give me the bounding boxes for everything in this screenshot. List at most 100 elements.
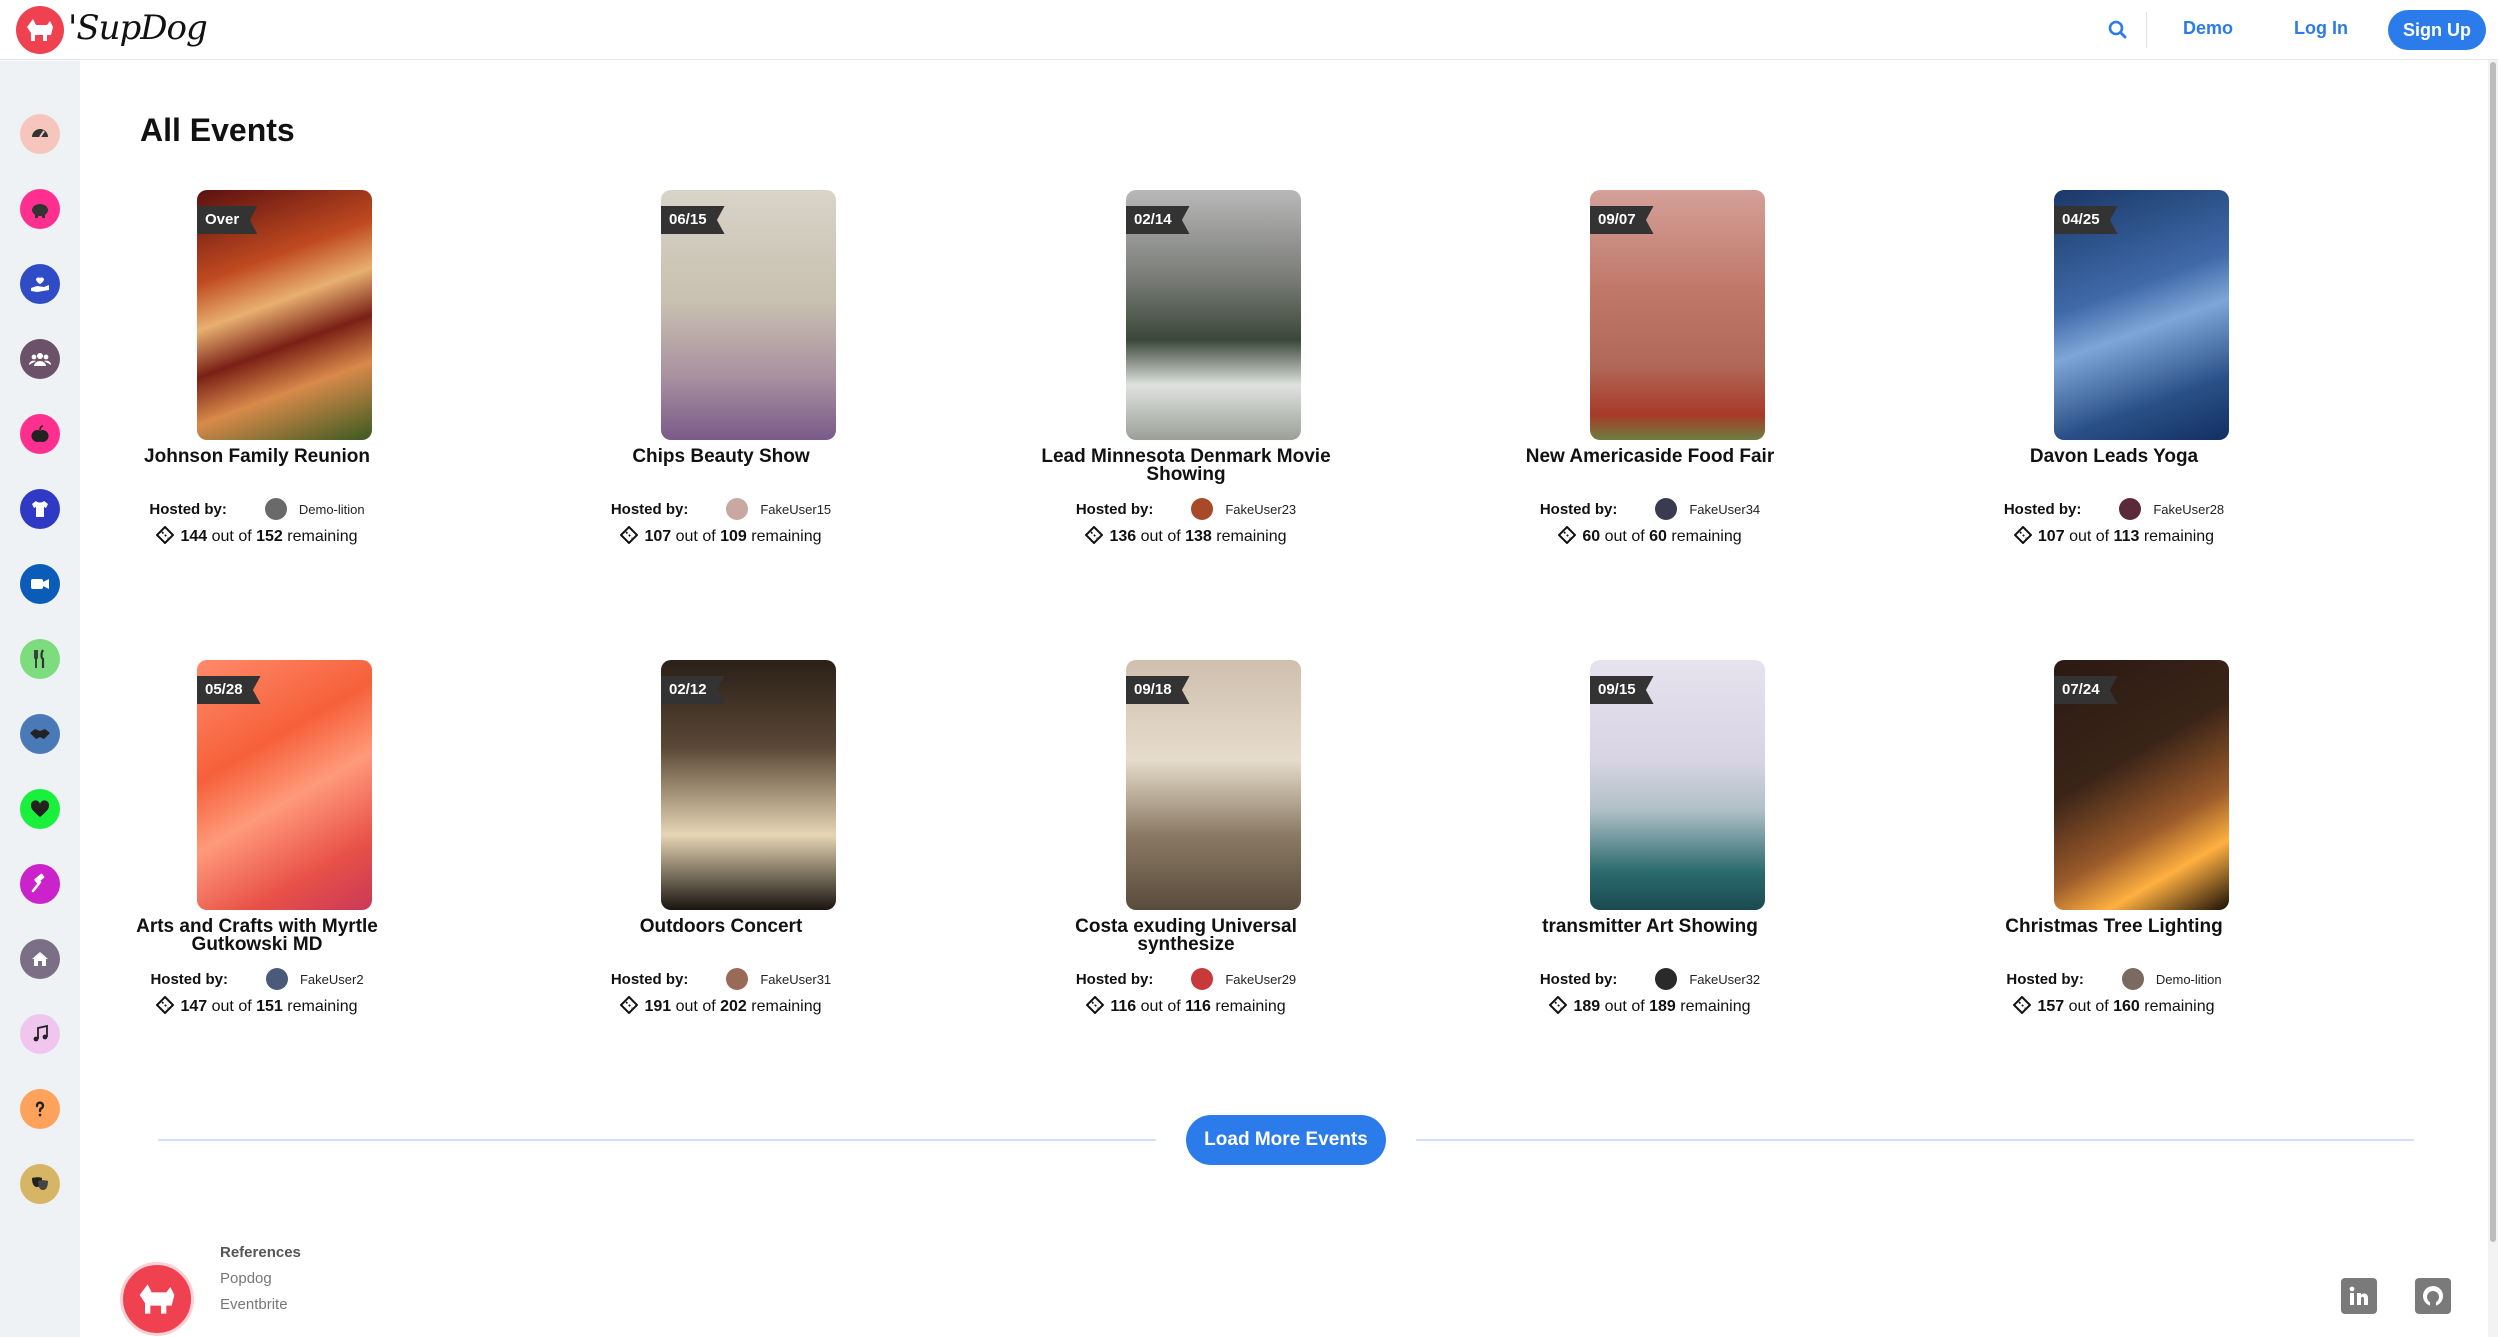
event-host: Hosted by: Demo-lition (1954, 968, 2274, 990)
home-icon (32, 952, 48, 966)
host-name[interactable]: FakeUser34 (1689, 502, 1760, 517)
host-avatar[interactable] (2119, 498, 2142, 520)
host-name[interactable]: FakeUser2 (300, 972, 364, 987)
tickets-remaining: 144 out of 152 remaining (97, 526, 417, 546)
tickets-total: 151 (256, 998, 283, 1015)
event-card[interactable]: Over Johnson Family Reunion Hosted by: Demo… (97, 190, 417, 590)
event-card[interactable]: 02/12 Outdoors Concert Hosted by: FakeUser3… (561, 660, 881, 1060)
event-title[interactable]: Arts and Crafts with Myrtle Gutkowski MD (97, 917, 417, 954)
sidebar-item-utensils[interactable] (20, 639, 60, 679)
event-card[interactable]: 06/15 Chips Beauty Show Hosted by: FakeUser… (561, 190, 881, 590)
tickets-total: 116 (1185, 998, 1211, 1015)
sidebar-item-question[interactable] (20, 1089, 60, 1129)
tickets-total: 152 (256, 528, 283, 545)
event-host: Hosted by: FakeUser15 (561, 498, 881, 520)
out-of-label: out of (1604, 998, 1645, 1015)
sidebar-item-users-group[interactable] (20, 339, 60, 379)
hosted-by-label: Hosted by: (1539, 970, 1618, 988)
sidebar-item-apple[interactable] (20, 414, 60, 454)
event-title[interactable]: Christmas Tree Lighting (1954, 917, 2274, 936)
music-note-icon (33, 1024, 48, 1042)
event-title[interactable]: Costa exuding Universal synthesize (1026, 917, 1346, 954)
sidebar-item-home[interactable] (20, 939, 60, 979)
sidebar-item-music-note[interactable] (20, 1014, 60, 1054)
host-name[interactable]: FakeUser23 (1225, 502, 1296, 517)
tickets-remaining: 136 out of 138 remaining (1026, 526, 1346, 546)
sidebar-item-hammer[interactable] (20, 864, 60, 904)
search-icon[interactable] (2104, 16, 2132, 44)
eventbrite-link[interactable]: Eventbrite (220, 1296, 288, 1313)
event-title[interactable]: New Americaside Food Fair (1490, 447, 1810, 466)
host-avatar[interactable] (2121, 968, 2144, 990)
host-name[interactable]: FakeUser29 (1225, 972, 1296, 987)
host-avatar[interactable] (1655, 498, 1678, 520)
event-card[interactable]: 04/25 Davon Leads Yoga Hosted by: FakeUser2… (1954, 190, 2274, 590)
out-of-label: out of (1604, 528, 1645, 545)
scrollbar-thumb[interactable] (2490, 62, 2496, 1242)
tickets-total: 113 (2113, 528, 2140, 545)
hosted-by-label: Hosted by: (2006, 970, 2084, 988)
sidebar-item-piggy-bank[interactable] (20, 189, 60, 229)
host-avatar[interactable] (726, 498, 749, 520)
sidebar-item-heart[interactable] (20, 789, 60, 829)
sidebar-item-handshake[interactable] (20, 714, 60, 754)
host-name[interactable]: Demo-lition (2156, 972, 2222, 987)
event-card[interactable]: 07/24 Christmas Tree Lighting Hosted by: De… (1954, 660, 2274, 1060)
tickets-available: 107 (2037, 528, 2065, 545)
sidebar-item-dashboard[interactable] (20, 114, 60, 154)
load-more-button[interactable]: Load More Events (1186, 1115, 1386, 1165)
divider-left (158, 1139, 1156, 1141)
host-avatar[interactable] (264, 498, 287, 520)
host-name[interactable]: FakeUser32 (1689, 972, 1760, 987)
host-name[interactable]: Demo-lition (299, 502, 365, 517)
hosted-by-label: Hosted by: (149, 500, 227, 518)
category-sidebar (0, 61, 80, 1337)
event-date-badge: 05/28 (197, 676, 261, 704)
brand-name[interactable]: 'SupDog (68, 8, 208, 48)
sidebar-item-tshirt[interactable] (20, 489, 60, 529)
event-title[interactable]: Davon Leads Yoga (1954, 447, 2274, 466)
event-title[interactable]: Johnson Family Reunion (97, 447, 417, 466)
references-heading: References (220, 1244, 301, 1261)
event-card[interactable]: 09/07 New Americaside Food Fair Hosted by:… (1490, 190, 1810, 590)
tickets-remaining: 157 out of 160 remaining (1954, 996, 2274, 1016)
event-title[interactable]: Chips Beauty Show (561, 447, 881, 466)
event-title[interactable]: Lead Minnesota Denmark Movie Showing (1026, 447, 1346, 484)
dog-logo-icon[interactable] (16, 6, 64, 54)
theater-masks-icon (32, 1177, 48, 1190)
out-of-label: out of (211, 998, 252, 1015)
host-avatar[interactable] (1655, 968, 1678, 990)
sidebar-item-video-camera[interactable] (20, 564, 60, 604)
ticket-icon (1085, 526, 1109, 545)
event-title[interactable]: Outdoors Concert (561, 917, 881, 936)
host-avatar[interactable] (1191, 498, 1214, 520)
host-avatar[interactable] (265, 968, 288, 990)
event-host: Hosted by: FakeUser28 (1954, 498, 2274, 520)
signup-button[interactable]: Sign Up (2388, 10, 2486, 50)
login-link[interactable]: Log In (2294, 18, 2348, 39)
ticket-icon (156, 526, 180, 545)
event-card[interactable]: 09/15 transmitter Art Showing Hosted by: Fa… (1490, 660, 1810, 1060)
host-avatar[interactable] (726, 968, 749, 990)
event-title[interactable]: transmitter Art Showing (1490, 917, 1810, 936)
sidebar-item-theater-masks[interactable] (20, 1164, 60, 1204)
host-name[interactable]: FakeUser31 (760, 972, 831, 987)
linkedin-icon[interactable] (2341, 1278, 2377, 1314)
host-name[interactable]: FakeUser15 (760, 502, 831, 517)
sidebar-item-charity-hand[interactable] (20, 264, 60, 304)
utensils-icon (34, 649, 45, 668)
tickets-available: 107 (644, 528, 672, 545)
event-date-badge: 02/14 (1126, 206, 1190, 234)
demo-link[interactable]: Demo (2183, 18, 2233, 39)
github-icon[interactable] (2415, 1278, 2451, 1314)
event-card[interactable]: 05/28 Arts and Crafts with Myrtle Gutkows… (97, 660, 417, 1060)
users-group-icon (28, 353, 52, 366)
ticket-icon (2013, 526, 2038, 545)
remaining-label: remaining (1680, 998, 1751, 1015)
event-host: Hosted by: FakeUser34 (1490, 498, 1810, 520)
host-avatar[interactable] (1191, 968, 1214, 990)
host-name[interactable]: FakeUser28 (2153, 502, 2224, 517)
event-card[interactable]: 02/14 Lead Minnesota Denmark Movie Showin… (1026, 190, 1346, 590)
popdog-link[interactable]: Popdog (220, 1270, 272, 1287)
event-card[interactable]: 09/18 Costa exuding Universal synthesize H… (1026, 660, 1346, 1060)
